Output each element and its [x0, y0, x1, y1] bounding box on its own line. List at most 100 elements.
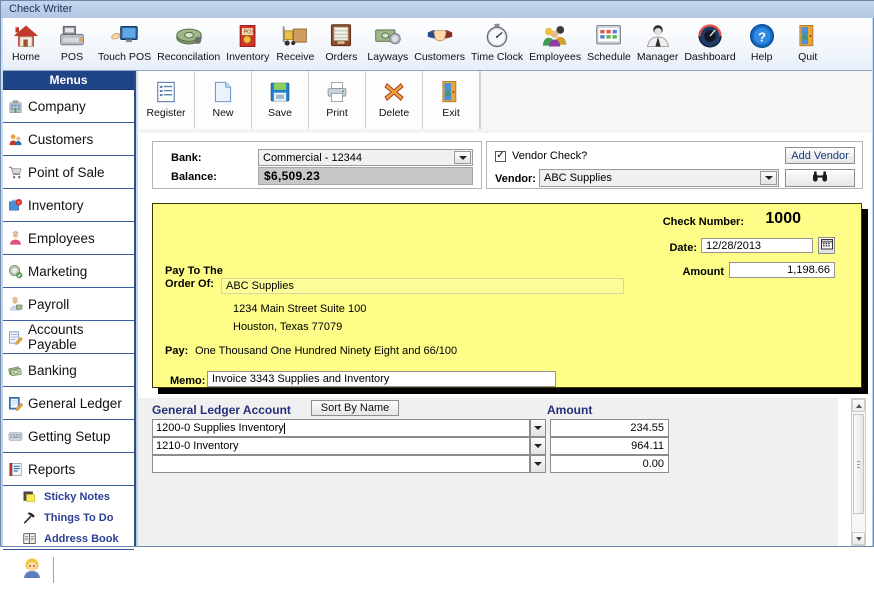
date-input[interactable]: 12/28/2013 [701, 238, 813, 253]
document-toolbar: Register New Save Print Delete Exit [138, 71, 872, 134]
doc-toolbar-exit[interactable]: Exit [423, 71, 480, 129]
scrollbar-thumb[interactable] [853, 414, 864, 514]
toolbar-item-orders[interactable]: Orders [318, 18, 364, 68]
memo-input[interactable]: Invoice 3343 Supplies and Inventory [207, 371, 556, 387]
doc-toolbar-delete[interactable]: Delete [366, 71, 423, 129]
ledger-account-cell[interactable]: 1210-0 Inventory [152, 437, 530, 455]
ledger-amount-cell[interactable]: 234.55 [550, 419, 669, 437]
doc-toolbar-new[interactable]: New [195, 71, 252, 129]
find-vendor-button[interactable] [785, 169, 855, 187]
toolbar-item-inventory[interactable]: POS Inventory [223, 18, 272, 68]
toolbar-item-employees[interactable]: Employees [526, 18, 584, 68]
sidebar-item-employees[interactable]: Employees [3, 222, 134, 255]
scroll-up-arrow-icon[interactable] [852, 399, 865, 412]
sidebar-item-customers[interactable]: Customers [3, 123, 134, 156]
chevron-down-icon[interactable] [454, 151, 471, 164]
sidebar-item-inventory[interactable]: Inventory [3, 189, 134, 222]
forklift-icon [280, 20, 310, 51]
toolbar-item-receive[interactable]: Receive [272, 18, 318, 68]
toolbar-item-label: Help [750, 51, 773, 63]
sidebar-item-accounts-payable[interactable]: Accounts Payable [3, 321, 134, 354]
sidebar-shortcut-sticky-notes[interactable]: Sticky Notes [3, 486, 134, 507]
ledger-account-dropdown[interactable] [530, 419, 546, 437]
toolbar-item-label: Quit [798, 51, 818, 63]
bank-panel: Bank: Commercial - 12344 Balance: $6,509… [152, 141, 482, 189]
handshake-icon [425, 20, 455, 51]
toolbar-item-reconcilation[interactable]: Reconcilation [154, 18, 223, 68]
pay-words-label: Pay: [165, 345, 189, 357]
manager-person-icon [643, 20, 673, 51]
gauge-icon [695, 20, 725, 51]
sidebar-item-banking[interactable]: Banking [3, 354, 134, 387]
sidebar-item-label: Getting Setup [28, 428, 111, 444]
exit-door-icon [438, 77, 464, 107]
avatar-divider [53, 556, 54, 583]
ledger-scrollbar[interactable] [851, 398, 866, 546]
toolbar-item-schedule[interactable]: Schedule [584, 18, 634, 68]
toolbar-item-manager[interactable]: Manager [634, 18, 681, 68]
sidebar-shortcut-things-to-do[interactable]: Things To Do [3, 507, 134, 528]
toolbar-item-layways[interactable]: Layways [364, 18, 411, 68]
pay-to-label-line2: Order Of: [165, 278, 214, 290]
toolbar-item-dashboard[interactable]: Dashboard [681, 18, 738, 68]
sidebar-item-getting-setup[interactable]: Getting Setup [3, 420, 134, 453]
register-list-icon [155, 77, 177, 107]
doc-toolbar-register[interactable]: Register [138, 71, 195, 129]
delete-x-icon [383, 77, 405, 107]
toolbar-item-home[interactable]: Home [3, 18, 49, 68]
sidebar-item-reports[interactable]: Reports [3, 453, 134, 486]
sort-by-name-button[interactable]: Sort By Name [311, 400, 399, 416]
ledger-account-header: General Ledger Account [152, 403, 291, 417]
toolbar-item-quit[interactable]: Quit [785, 18, 831, 68]
vendor-panel: ✓ Vendor Check? Vendor: ABC Supplies Add… [486, 141, 863, 189]
assistant-avatar-icon[interactable] [21, 557, 43, 582]
date-picker-button[interactable] [818, 237, 835, 254]
company-building-icon [7, 98, 24, 115]
getting-setup-icon [7, 428, 24, 445]
chevron-down-icon[interactable] [760, 171, 777, 185]
amount-input[interactable]: 1,198.66 [729, 262, 835, 278]
ledger-amount-value: 234.55 [630, 422, 664, 434]
ledger-amount-cell[interactable]: 0.00 [550, 455, 669, 473]
payee-address-line2: Houston, Texas 77079 [233, 321, 343, 333]
employee-icon [7, 230, 24, 247]
hammer-icon [21, 510, 38, 525]
vendor-check-label: Vendor Check? [512, 150, 588, 162]
sidebar-header: Menus [3, 71, 134, 90]
ledger-amount-cell[interactable]: 964.11 [550, 437, 669, 455]
sidebar-shortcut-address-book[interactable]: Address Book [3, 528, 134, 549]
sidebar-item-payroll[interactable]: Payroll [3, 288, 134, 321]
toolbar-item-label: Receive [276, 51, 315, 63]
bank-select[interactable]: Commercial - 12344 [258, 149, 473, 166]
toolbar-item-customers[interactable]: Customers [411, 18, 468, 68]
sidebar-item-label: Reports [28, 461, 76, 477]
toolbar-item-label: Reconcilation [157, 51, 221, 63]
vendor-check-row[interactable]: ✓ Vendor Check? [495, 150, 587, 162]
doc-toolbar-print[interactable]: Print [309, 71, 366, 129]
doc-toolbar-save[interactable]: Save [252, 71, 309, 129]
bank-label: Bank: [171, 152, 202, 164]
vendor-select[interactable]: ABC Supplies [539, 169, 779, 187]
payee-address-line1: 1234 Main Street Suite 100 [233, 303, 367, 315]
ledger-account-cell[interactable]: 1200-0 Supplies Inventory [152, 419, 530, 437]
sidebar-item-marketing[interactable]: Marketing [3, 255, 134, 288]
payee-input[interactable]: ABC Supplies [221, 278, 624, 294]
toolbar-item-time-clock[interactable]: Time Clock [468, 18, 526, 68]
ledger-account-dropdown[interactable] [530, 437, 546, 455]
sticky-note-icon [21, 489, 38, 504]
toolbar-item-touch-pos[interactable]: Touch POS [95, 18, 154, 68]
vendor-check-checkbox[interactable]: ✓ [495, 150, 506, 162]
toolbar-item-pos[interactable]: POS [49, 18, 95, 68]
sidebar-menu-list: Company Customers Point of Sale Inventory Em… [3, 90, 134, 486]
toolbar-item-help[interactable]: ? Help [739, 18, 785, 68]
ledger-account-cell[interactable] [152, 455, 530, 473]
add-vendor-button[interactable]: Add Vendor [785, 147, 855, 164]
amount-label: Amount [682, 266, 724, 278]
date-label: Date: [669, 242, 697, 254]
ledger-account-dropdown[interactable] [530, 455, 546, 473]
sidebar-item-general-ledger[interactable]: General Ledger [3, 387, 134, 420]
scroll-down-arrow-icon[interactable] [852, 532, 865, 545]
toolbar-item-label: Inventory [226, 51, 270, 63]
sidebar-item-company[interactable]: Company [3, 90, 134, 123]
sidebar-item-point-of-sale[interactable]: Point of Sale [3, 156, 134, 189]
